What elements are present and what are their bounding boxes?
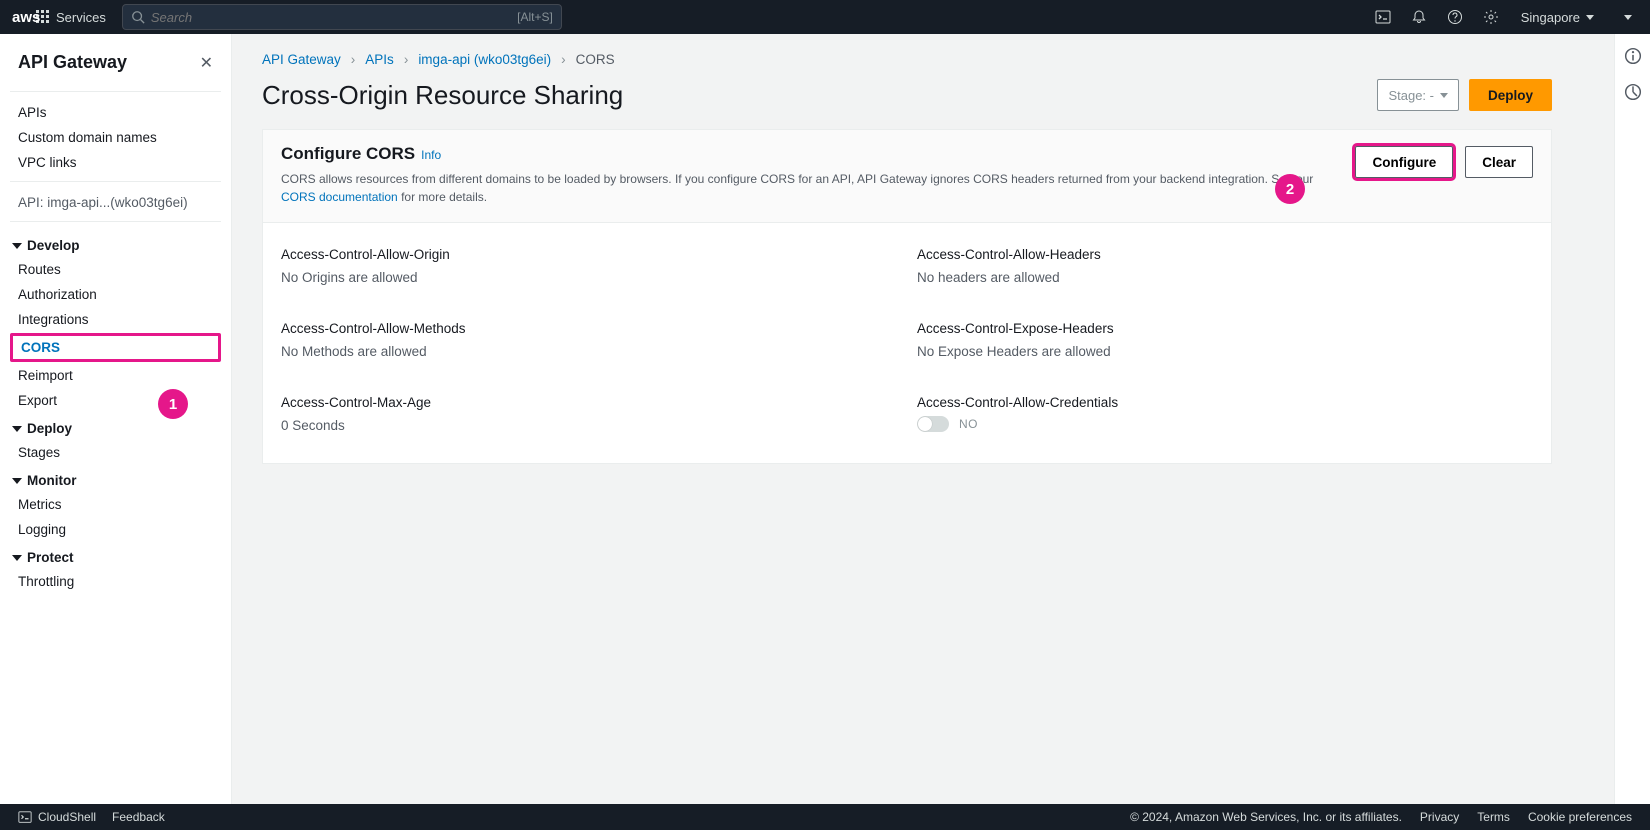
toggle-label: NO (959, 417, 978, 431)
configure-button[interactable]: Configure (1355, 146, 1453, 178)
breadcrumb-link-apis[interactable]: APIs (365, 52, 394, 67)
field-value: No Methods are allowed (281, 344, 897, 359)
sidebar-item-cors[interactable]: CORS (10, 333, 221, 362)
sidebar-section-develop[interactable]: Develop (10, 230, 221, 257)
global-search[interactable]: [Alt+S] (122, 4, 562, 30)
cloudshell-icon[interactable] (1365, 0, 1401, 34)
field-label: Access-Control-Allow-Origin (281, 247, 897, 262)
breadcrumb-current: CORS (576, 52, 615, 67)
field-value: 0 Seconds (281, 418, 897, 433)
field-label: Access-Control-Allow-Methods (281, 321, 897, 336)
sidebar-api-context: API: imga-api...(wko03tg6ei) (10, 190, 221, 215)
cors-panel: Configure CORS Info CORS allows resource… (262, 129, 1552, 464)
field-max-age: Access-Control-Max-Age 0 Seconds (281, 395, 897, 433)
footer-privacy[interactable]: Privacy (1420, 810, 1459, 824)
sidebar-item-routes[interactable]: Routes (10, 257, 221, 282)
stage-selector[interactable]: Stage: - (1377, 79, 1459, 111)
field-label: Access-Control-Max-Age (281, 395, 897, 410)
footer-terms[interactable]: Terms (1477, 810, 1510, 824)
region-label: Singapore (1521, 10, 1580, 25)
region-selector[interactable]: Singapore (1509, 10, 1606, 25)
footer-feedback[interactable]: Feedback (112, 810, 165, 824)
notifications-icon[interactable] (1401, 0, 1437, 34)
sidebar-item-metrics[interactable]: Metrics (10, 492, 221, 517)
field-label: Access-Control-Allow-Headers (917, 247, 1533, 262)
caret-down-icon (1586, 15, 1594, 20)
field-expose-headers: Access-Control-Expose-Headers No Expose … (917, 321, 1533, 359)
caret-down-icon (1440, 93, 1448, 98)
field-value: No Expose Headers are allowed (917, 344, 1533, 359)
sidebar-item-vpc-links[interactable]: VPC links (10, 150, 221, 175)
clear-button[interactable]: Clear (1465, 146, 1533, 178)
sidebar-item-throttling[interactable]: Throttling (10, 569, 221, 594)
footer-copyright: © 2024, Amazon Web Services, Inc. or its… (1130, 810, 1402, 824)
sidebar: API Gateway ✕ APIs Custom domain names V… (0, 34, 232, 804)
breadcrumb-link-api-gateway[interactable]: API Gateway (262, 52, 341, 67)
sidebar-title: API Gateway (18, 52, 127, 73)
field-allow-methods: Access-Control-Allow-Methods No Methods … (281, 321, 897, 359)
footer: CloudShell Feedback © 2024, Amazon Web S… (0, 804, 1650, 830)
field-allow-headers: Access-Control-Allow-Headers No headers … (917, 247, 1533, 285)
help-icon[interactable] (1437, 0, 1473, 34)
annotation-marker-2: 2 (1275, 174, 1305, 204)
settings-icon[interactable] (1473, 0, 1509, 34)
field-value: No headers are allowed (917, 270, 1533, 285)
caret-down-icon (12, 243, 22, 249)
caret-down-icon (1624, 15, 1632, 20)
sidebar-item-logging[interactable]: Logging (10, 517, 221, 542)
search-input[interactable] (145, 10, 517, 25)
sidebar-section-monitor[interactable]: Monitor (10, 465, 221, 492)
caret-down-icon (12, 426, 22, 432)
sidebar-item-apis[interactable]: APIs (10, 100, 221, 125)
search-hint: [Alt+S] (517, 10, 553, 24)
stage-label: Stage: - (1388, 88, 1434, 103)
credentials-toggle[interactable] (917, 416, 949, 432)
sidebar-section-protect[interactable]: Protect (10, 542, 221, 569)
page-title: Cross-Origin Resource Sharing (262, 80, 623, 111)
caret-down-icon (12, 555, 22, 561)
sidebar-item-export[interactable]: Export (10, 388, 221, 413)
info-link[interactable]: Info (421, 148, 441, 162)
diagnostics-icon[interactable] (1623, 82, 1643, 102)
main-content: API Gateway › APIs › imga-api (wko03tg6e… (232, 34, 1614, 804)
cloudshell-icon (18, 810, 32, 824)
account-menu[interactable] (1606, 0, 1650, 34)
search-icon (131, 10, 145, 24)
services-label: Services (56, 10, 106, 25)
sidebar-close-button[interactable]: ✕ (200, 53, 213, 73)
sidebar-item-stages[interactable]: Stages (10, 440, 221, 465)
sidebar-item-custom-domains[interactable]: Custom domain names (10, 125, 221, 150)
footer-cloudshell[interactable]: CloudShell (18, 810, 96, 824)
panel-title: Configure CORS (281, 144, 415, 164)
info-panel-icon[interactable] (1623, 46, 1643, 66)
breadcrumb: API Gateway › APIs › imga-api (wko03tg6e… (262, 52, 1614, 67)
field-allow-origin: Access-Control-Allow-Origin No Origins a… (281, 247, 897, 285)
chevron-right-icon: › (561, 52, 566, 67)
annotation-marker-1: 1 (158, 389, 188, 419)
field-label: Access-Control-Allow-Credentials (917, 395, 1533, 410)
top-nav: aws Services [Alt+S] Singapore (0, 0, 1650, 34)
deploy-button[interactable]: Deploy (1469, 79, 1552, 111)
sidebar-section-deploy[interactable]: Deploy (10, 413, 221, 440)
field-value: No Origins are allowed (281, 270, 897, 285)
field-label: Access-Control-Expose-Headers (917, 321, 1533, 336)
breadcrumb-link-api[interactable]: imga-api (wko03tg6ei) (418, 52, 551, 67)
chevron-right-icon: › (351, 52, 356, 67)
footer-cookies[interactable]: Cookie preferences (1528, 810, 1632, 824)
sidebar-item-authorization[interactable]: Authorization (10, 282, 221, 307)
chevron-right-icon: › (404, 52, 409, 67)
sidebar-item-reimport[interactable]: Reimport (10, 363, 221, 388)
sidebar-item-integrations[interactable]: Integrations (10, 307, 221, 332)
panel-description: CORS allows resources from different dom… (281, 170, 1321, 206)
right-rail (1614, 34, 1650, 804)
aws-logo[interactable]: aws (0, 0, 24, 34)
field-allow-credentials: Access-Control-Allow-Credentials NO (917, 395, 1533, 433)
cors-docs-link[interactable]: CORS documentation (281, 190, 398, 204)
caret-down-icon (12, 478, 22, 484)
